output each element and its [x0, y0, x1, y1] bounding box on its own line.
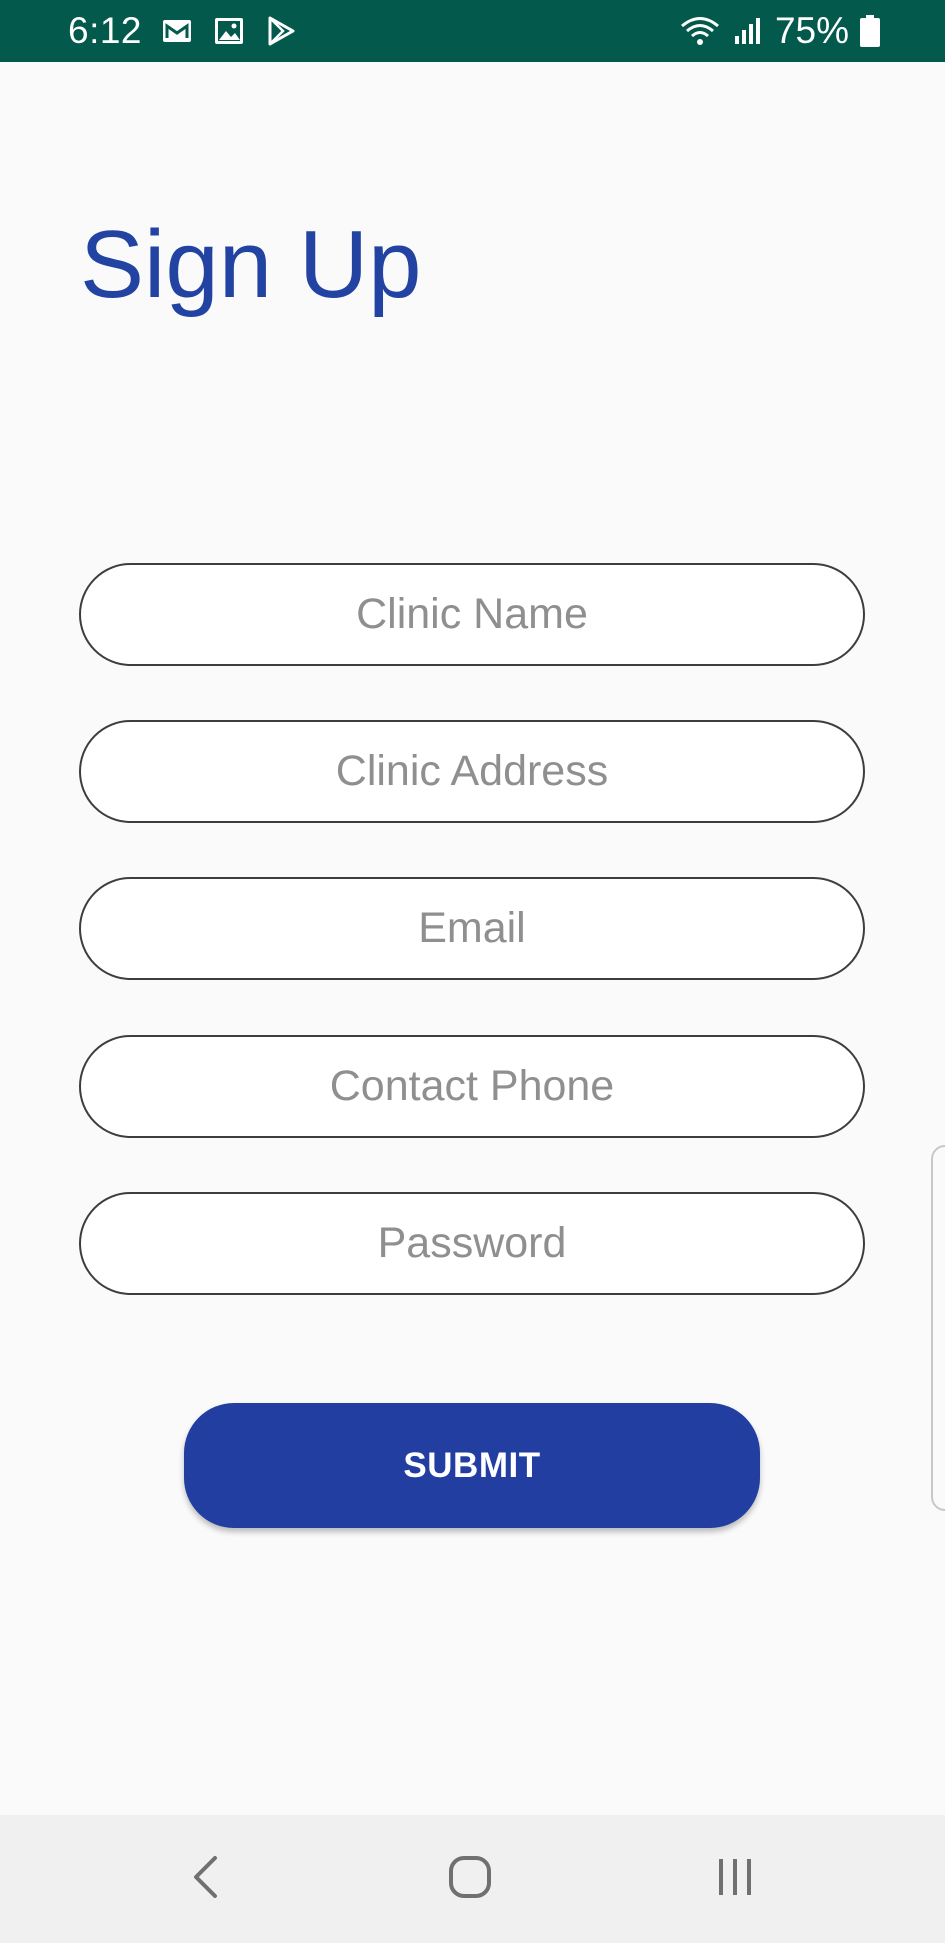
battery-icon — [859, 14, 881, 48]
battery-percent: 75% — [774, 10, 849, 51]
gmail-icon — [160, 14, 194, 48]
status-bar: 6:12 75% — [0, 0, 945, 62]
back-button[interactable] — [145, 1815, 265, 1943]
status-right: 75% — [679, 0, 881, 62]
clinic-name-input[interactable] — [118, 589, 826, 640]
contact-phone-input[interactable] — [118, 1061, 826, 1112]
play-store-icon — [264, 14, 298, 48]
wifi-icon — [679, 14, 721, 48]
edge-panel-handle[interactable] — [931, 1145, 945, 1511]
clinic-address-input[interactable] — [118, 746, 826, 797]
signal-icon — [731, 14, 765, 48]
clinic-name-field[interactable] — [79, 563, 865, 666]
contact-phone-field[interactable] — [79, 1035, 865, 1138]
email-field[interactable] — [79, 877, 865, 980]
clinic-address-field[interactable] — [79, 720, 865, 823]
email-input[interactable] — [118, 903, 826, 954]
back-icon — [189, 1854, 221, 1904]
home-icon — [447, 1854, 493, 1904]
status-time: 6:12 — [68, 10, 143, 51]
navigation-bar — [0, 1815, 945, 1943]
recents-icon — [713, 1855, 757, 1903]
submit-button[interactable]: SUBMIT — [184, 1403, 760, 1528]
page-title: Sign Up — [80, 211, 422, 318]
password-input[interactable] — [118, 1218, 826, 1269]
home-button[interactable] — [410, 1815, 530, 1943]
recents-button[interactable] — [675, 1815, 795, 1943]
image-icon — [212, 14, 246, 48]
status-left: 6:12 — [68, 0, 298, 62]
password-field[interactable] — [79, 1192, 865, 1295]
